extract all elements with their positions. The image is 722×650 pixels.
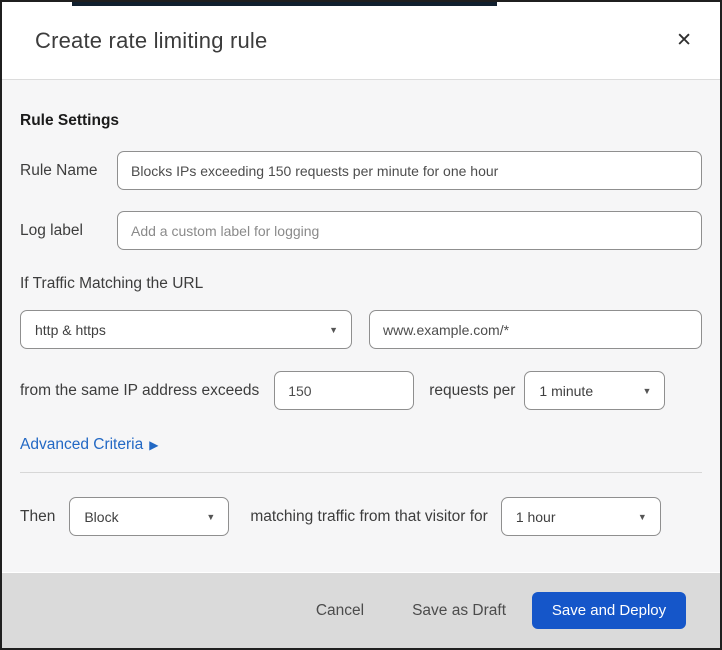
duration-select[interactable]: 1 hour ▼: [500, 497, 661, 536]
log-label-label: Log label: [20, 221, 83, 239]
section-divider: [20, 472, 702, 473]
scheme-select-value: http & https: [35, 321, 106, 338]
background-page-sliver: [72, 2, 497, 6]
threshold-prefix-text: from the same IP address exceeds: [20, 381, 260, 399]
traffic-match-heading: If Traffic Matching the URL: [20, 275, 204, 292]
period-select[interactable]: 1 minute ▼: [524, 371, 666, 410]
log-label-input[interactable]: [117, 211, 702, 250]
rule-name-row: Rule Name: [20, 151, 702, 190]
close-icon[interactable]: ✕: [672, 27, 696, 54]
dialog-body: Rule Settings Rule Name Log label If Tra…: [2, 80, 720, 572]
chevron-down-icon: ▼: [637, 511, 647, 522]
rate-limiting-dialog: Create rate limiting rule ✕ Rule Setting…: [0, 0, 722, 650]
threshold-row: from the same IP address exceeds request…: [20, 371, 702, 410]
rule-settings-heading: Rule Settings: [20, 112, 120, 129]
period-select-value: 1 minute: [539, 382, 594, 399]
rule-name-label: Rule Name: [20, 161, 98, 179]
log-label-row: Log label: [20, 211, 702, 250]
dialog-title: Create rate limiting rule: [35, 27, 268, 53]
chevron-down-icon: ▼: [206, 511, 216, 522]
duration-select-value: 1 hour: [515, 508, 556, 525]
advanced-criteria-link[interactable]: Advanced Criteria ▶: [20, 436, 158, 454]
then-action-row: Then Block ▼ matching traffic from that …: [20, 497, 702, 536]
chevron-down-icon: ▼: [329, 324, 338, 335]
action-select[interactable]: Block ▼: [69, 497, 230, 536]
cancel-button[interactable]: Cancel: [314, 594, 366, 628]
expand-arrow-icon: ▶: [149, 438, 159, 452]
save-as-draft-button[interactable]: Save as Draft: [410, 594, 508, 628]
threshold-middle-text: requests per: [429, 381, 516, 399]
rule-name-input[interactable]: [117, 151, 702, 190]
then-middle-text: matching traffic from that visitor for: [250, 507, 488, 525]
advanced-criteria-label: Advanced Criteria: [20, 436, 144, 453]
dialog-footer: Cancel Save as Draft Save and Deploy: [2, 573, 720, 648]
requests-count-input[interactable]: [274, 371, 415, 410]
action-select-value: Block: [84, 508, 119, 525]
dialog-header: Create rate limiting rule ✕: [2, 2, 720, 80]
scheme-select[interactable]: http & https ▼: [20, 310, 352, 349]
then-prefix-text: Then: [20, 507, 56, 525]
url-input[interactable]: [369, 310, 702, 349]
chevron-down-icon: ▼: [642, 385, 652, 396]
save-and-deploy-button[interactable]: Save and Deploy: [532, 592, 686, 629]
url-match-row: http & https ▼: [20, 310, 702, 349]
advanced-criteria-row: Advanced Criteria ▶: [20, 436, 702, 454]
